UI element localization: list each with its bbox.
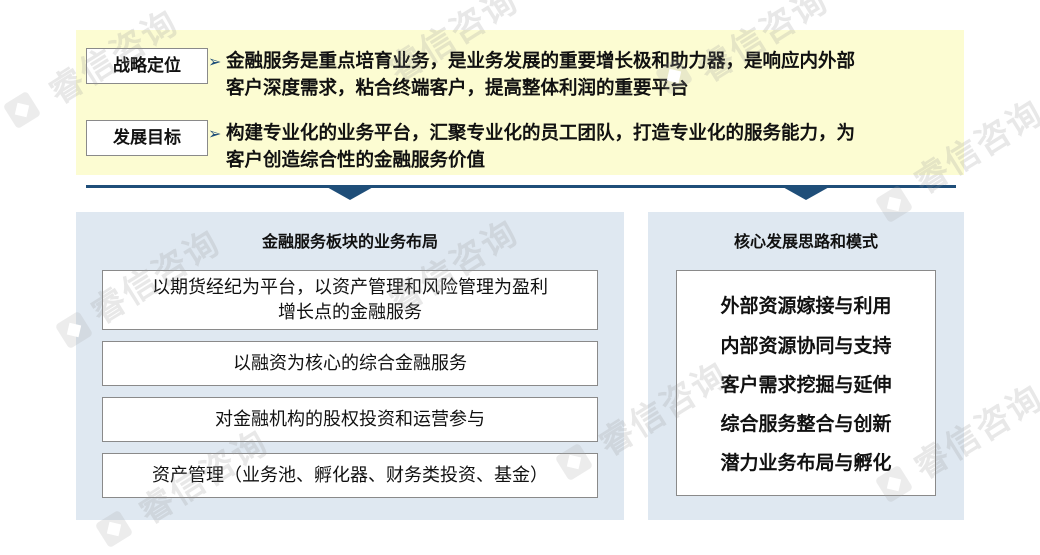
down-arrow-icon [781,186,831,200]
business-item-line: 资产管理（业务池、孵化器、财务类投资、基金） [152,465,548,486]
goal-line-2: 客户创造综合性的金融服务价值 [226,150,486,171]
down-arrow-icon [325,186,375,200]
positioning-label: 战略定位 [86,48,208,84]
core-mode-item: 综合服务整合与创新 [720,413,892,435]
business-item-line: 以融资为核心的综合金融服务 [233,353,467,374]
bullet-arrow-icon: ➢ [208,52,222,71]
watermark-logo-icon [2,90,42,130]
core-mode-list: 外部资源嫁接与利用 内部资源协同与支持 客户需求挖掘与延伸 综合服务整合与创新 … [676,270,936,496]
core-mode-item: 内部资源协同与支持 [720,335,892,357]
business-layout-panel: 金融服务板块的业务布局 以期货经纪为平台，以资产管理和风险管理为盈利 增长点的金… [76,212,624,520]
positioning-line-1: 金融服务是重点培育业务，是业务发展的重要增长极和助力器，是响应内外部 [226,51,856,72]
business-item-line: 增长点的金融服务 [278,302,422,323]
strategy-panel: 战略定位 ➢ 金融服务是重点培育业务，是业务发展的重要增长极和助力器，是响应内外… [76,30,964,175]
core-mode-item: 外部资源嫁接与利用 [720,295,892,317]
goal-label: 发展目标 [86,120,208,156]
business-layout-title: 金融服务板块的业务布局 [261,232,438,251]
goal-text: 构建专业化的业务平台，汇聚专业化的员工团队，打造专业化的服务能力，为 客户创造综… [226,120,956,174]
business-item-line: 对金融机构的股权投资和运营参与 [215,409,485,430]
core-mode-item: 客户需求挖掘与延伸 [720,374,892,396]
positioning-line-2: 客户深度需求，粘合终端客户，提高整体利润的重要平台 [226,78,689,99]
core-mode-panel: 核心发展思路和模式 外部资源嫁接与利用 内部资源协同与支持 客户需求挖掘与延伸 … [648,212,964,520]
positioning-text: 金融服务是重点培育业务，是业务发展的重要增长极和助力器，是响应内外部 客户深度需… [226,48,956,102]
business-item: 以融资为核心的综合金融服务 [102,341,598,386]
business-item-line: 以期货经纪为平台，以资产管理和风险管理为盈利 [152,277,548,298]
business-item: 对金融机构的股权投资和运营参与 [102,397,598,442]
core-mode-item: 潜力业务布局与孵化 [720,452,892,474]
core-mode-title: 核心发展思路和模式 [733,232,878,251]
business-item: 以期货经纪为平台，以资产管理和风险管理为盈利 增长点的金融服务 [102,270,598,330]
business-item: 资产管理（业务池、孵化器、财务类投资、基金） [102,453,598,498]
goal-line-1: 构建专业化的业务平台，汇聚专业化的员工团队，打造专业化的服务能力，为 [226,123,856,144]
bullet-arrow-icon: ➢ [208,124,222,143]
